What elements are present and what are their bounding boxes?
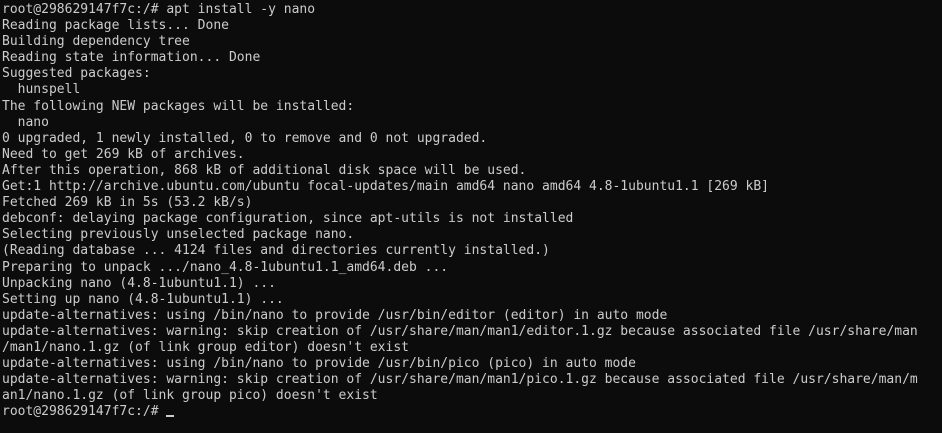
terminal-line: Unpacking nano (4.8-1ubuntu1.1) ... bbox=[2, 275, 276, 291]
terminal-line: Selecting previously unselected package … bbox=[2, 227, 355, 243]
text-cursor bbox=[166, 415, 175, 418]
terminal-line: Building dependency tree bbox=[2, 34, 190, 50]
terminal-line: Get:1 http://archive.ubuntu.com/ubuntu f… bbox=[2, 179, 770, 195]
terminal-line: After this operation, 868 kB of addition… bbox=[2, 162, 527, 178]
terminal-line: debconf: delaying package configuration,… bbox=[2, 211, 574, 227]
terminal-prompt: root@298629147f7c:/# bbox=[2, 404, 167, 420]
terminal-line: Reading state information... Done bbox=[2, 50, 261, 66]
terminal-line: hunspell bbox=[2, 82, 81, 98]
terminal-line: Suggested packages: bbox=[2, 66, 151, 82]
terminal-line: update-alternatives: warning: skip creat… bbox=[2, 372, 918, 388]
terminal-line: root@298629147f7c:/# apt install -y nano bbox=[2, 2, 316, 17]
terminal-line: Fetched 269 kB in 5s (53.2 kB/s) bbox=[2, 195, 253, 211]
terminal-line: update-alternatives: using /bin/nano to … bbox=[2, 307, 668, 323]
terminal-line: nano bbox=[2, 114, 49, 130]
terminal-prompt-line[interactable]: root@298629147f7c:/# bbox=[2, 404, 942, 420]
terminal-line: The following NEW packages will be insta… bbox=[2, 98, 355, 114]
terminal-line: (Reading database ... 4124 files and dir… bbox=[2, 243, 550, 259]
terminal-line: update-alternatives: using /bin/nano to … bbox=[2, 356, 636, 372]
terminal-line: Preparing to unpack .../nano_4.8-1ubuntu… bbox=[2, 259, 449, 275]
terminal-line: Reading package lists... Done bbox=[2, 18, 229, 34]
terminal-window[interactable]: root@298629147f7c:/# apt install -y nano… bbox=[0, 0, 942, 433]
terminal-line: 0 upgraded, 1 newly installed, 0 to remo… bbox=[2, 130, 488, 146]
terminal-line: Need to get 269 kB of archives. bbox=[2, 146, 245, 162]
terminal-line: /man1/nano.1.gz (of link group editor) d… bbox=[2, 339, 409, 355]
terminal-line: Setting up nano (4.8-1ubuntu1.1) ... bbox=[2, 291, 284, 307]
terminal-line: an1/nano.1.gz (of link group pico) doesn… bbox=[2, 388, 378, 404]
terminal-line: update-alternatives: warning: skip creat… bbox=[2, 323, 918, 339]
